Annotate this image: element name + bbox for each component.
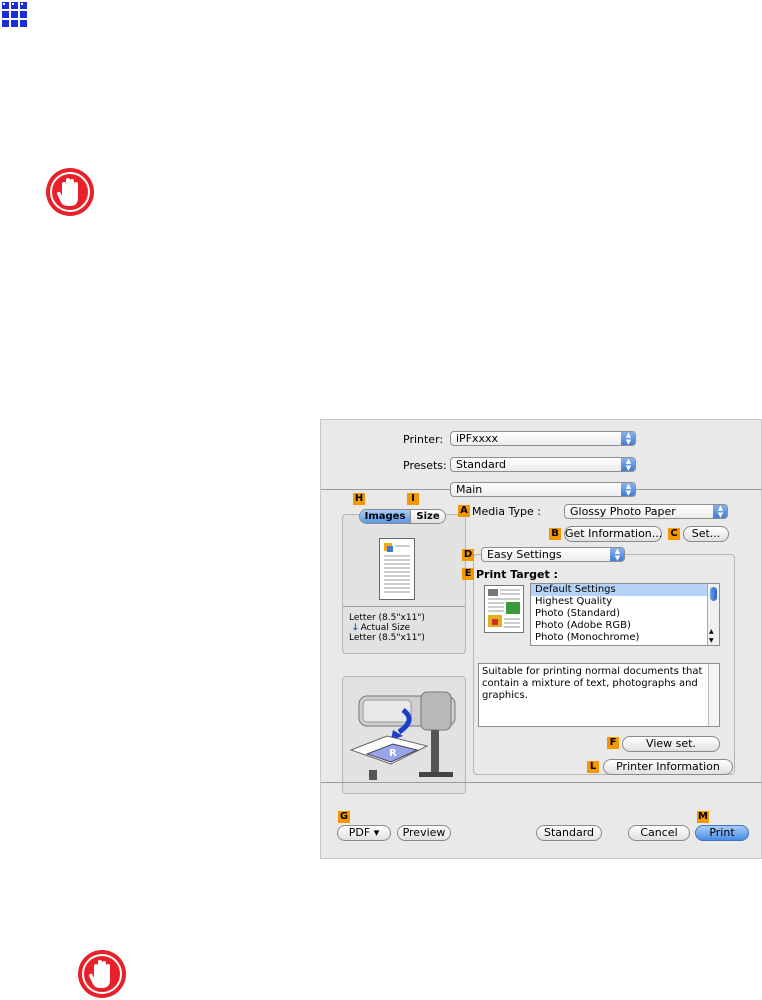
panel-popup[interactable]: Main ▲ ▼ [450,482,636,497]
popup-arrows-icon: ▲ ▼ [713,505,727,518]
paper-size-line: Letter (8.5"x11") [349,613,425,623]
view-set-button[interactable]: View set. [622,736,720,752]
popup-arrows-icon: ▲ ▼ [621,458,635,471]
svg-text:R: R [389,748,397,759]
print-dialog: Printer: iPFxxxx ▲ ▼ Presets: Standard ▲ ▼… [320,419,762,859]
presets-popup[interactable]: Standard ▲ ▼ [450,457,636,472]
cancel-button[interactable]: Cancel [628,825,690,841]
popup-arrows-icon: ▲ ▼ [621,432,635,445]
important-hand-icon [78,950,126,998]
description-box: Suitable for printing normal documents t… [478,663,720,727]
badge-e: E [462,568,474,580]
media-type-value: Glossy Photo Paper [570,505,676,518]
badge-d: D [462,549,474,561]
popup-arrows-icon: ▲ ▼ [610,548,624,561]
badge-b: B [549,528,561,540]
badge-g: G [338,811,350,823]
description-text: Suitable for printing normal documents t… [482,666,703,701]
panel-value: Main [456,483,483,496]
printer-popup[interactable]: iPFxxxx ▲ ▼ [450,431,636,446]
preview-tab-group: Images Size [359,509,446,524]
list-scrollbar[interactable]: ▲ ▼ [707,584,719,645]
list-item[interactable]: Highest Quality [531,596,719,608]
badge-h: H [353,493,365,505]
list-item[interactable]: Default Settings [531,584,719,596]
badge-f: F [607,737,619,749]
printer-label: Printer: [403,433,444,446]
list-item[interactable]: Photo (Monochrome) [531,632,719,644]
separator [343,606,465,607]
presets-value: Standard [456,458,507,471]
pdf-button[interactable]: PDF ▾ [337,825,391,841]
set-button[interactable]: Set... [683,526,729,542]
badge-l: L [587,761,599,773]
get-information-button[interactable]: Get Information... [564,526,662,542]
list-item[interactable]: Photo (Standard) [531,608,719,620]
scroll-up-icon[interactable]: ▲ [709,628,714,635]
separator [321,782,762,783]
document-preview-icon [484,585,524,633]
printer-information-button[interactable]: Printer Information [603,759,733,775]
badge-i: I [407,493,419,505]
badge-c: C [668,528,680,540]
list-item[interactable]: Photo (Adobe RGB) [531,620,719,632]
description-scrollbar[interactable] [708,664,719,726]
down-arrow-icon: 🡓 [353,623,358,633]
paper-info: Letter (8.5"x11") 🡓 Actual Size Letter (… [349,613,425,643]
grid-menu-icon [2,2,27,27]
presets-label: Presets: [403,459,447,472]
preview-button[interactable]: Preview [397,825,451,841]
separator [636,489,762,490]
mode-popup[interactable]: Easy Settings ▲ ▼ [481,547,625,562]
output-size-line: Letter (8.5"x11") [349,633,425,643]
badge-a: A [458,505,470,517]
tab-images[interactable]: Images [360,510,410,523]
separator [321,489,450,490]
print-button[interactable]: Print [695,825,749,841]
media-type-popup[interactable]: Glossy Photo Paper ▲ ▼ [564,504,728,519]
scale-line: Actual Size [360,623,411,633]
print-target-list[interactable]: Default Settings Highest Quality Photo (… [530,583,720,646]
badge-m: M [697,811,709,823]
important-hand-icon [46,168,94,216]
large-format-printer-icon: R [349,691,456,780]
page-preview-icon [379,538,415,600]
print-target-label: Print Target : [476,568,558,581]
media-type-label: Media Type : [472,505,542,518]
popup-arrows-icon: ▲ ▼ [621,483,635,496]
scroll-thumb[interactable] [710,587,717,601]
mode-value: Easy Settings [487,548,562,561]
tab-size[interactable]: Size [410,510,445,523]
printer-value: iPFxxxx [456,432,499,445]
scroll-down-icon[interactable]: ▼ [709,637,714,644]
standard-button[interactable]: Standard [536,825,602,841]
